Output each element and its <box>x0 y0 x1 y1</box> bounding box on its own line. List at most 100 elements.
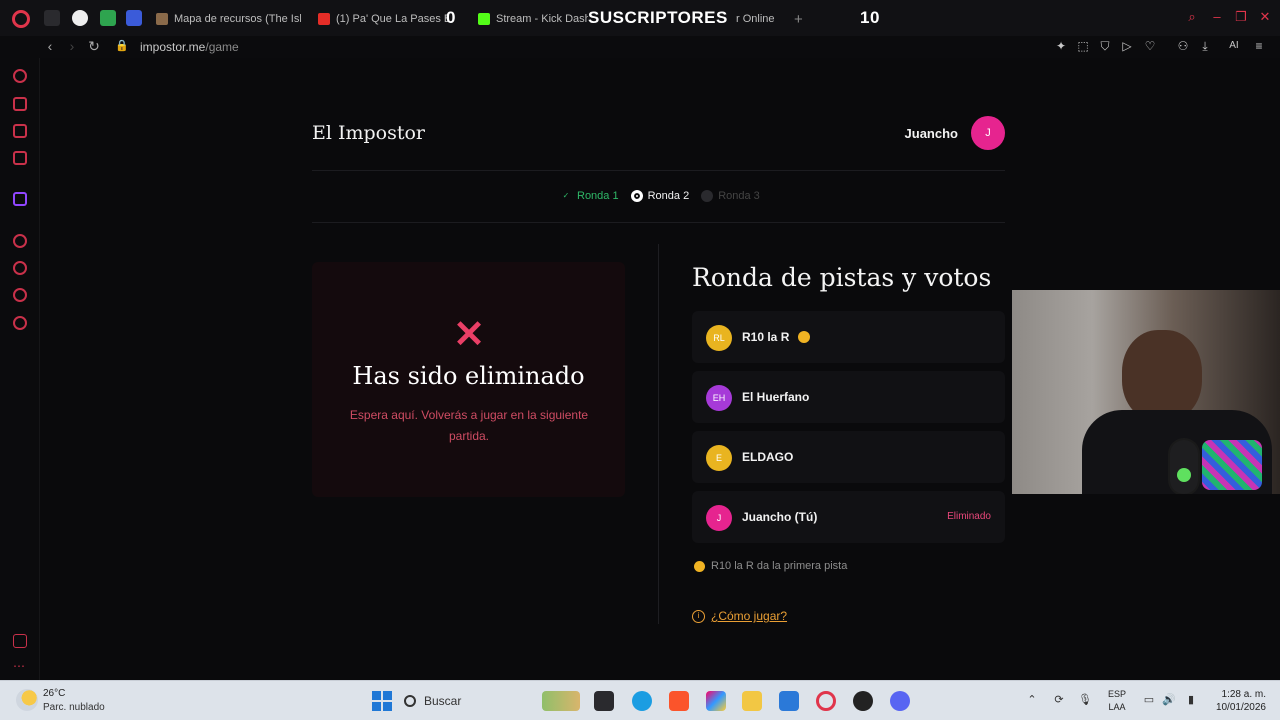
minimize-icon[interactable]: – <box>1210 10 1224 24</box>
account-icon[interactable]: ⚇ <box>1176 39 1190 53</box>
brave-icon[interactable] <box>669 691 689 711</box>
language-top[interactable]: ESP <box>1104 689 1130 699</box>
volume-icon[interactable]: 🔊 <box>1162 693 1176 707</box>
tab-kick-dashboard[interactable]: Stream - Kick Dashb <box>478 8 588 30</box>
history-icon[interactable] <box>13 69 27 83</box>
search-icon <box>404 695 416 707</box>
tab-mapa-recursos[interactable]: Mapa de recursos (The Isl <box>156 8 301 30</box>
extensions-icon[interactable] <box>13 288 27 302</box>
clock-date: 10/01/2026 <box>1215 702 1266 713</box>
lock-icon: 🔒 <box>115 40 129 52</box>
menu-icon[interactable]: ≡ <box>1252 39 1266 53</box>
user-name: Juancho <box>904 126 958 141</box>
current-dot-icon <box>630 190 643 202</box>
microphone-light <box>1177 468 1191 482</box>
back-icon[interactable]: ‹ <box>42 38 58 54</box>
weather-temperature: 26°C <box>43 688 66 699</box>
sheets-tab-icon[interactable] <box>100 10 116 26</box>
webcam-person <box>1122 330 1202 422</box>
gx-icon[interactable] <box>13 634 27 648</box>
workspaces-icon[interactable] <box>44 10 60 26</box>
aria-ai-button[interactable]: AI <box>1222 39 1246 53</box>
pending-dot-icon <box>701 190 714 202</box>
tray-chevron-icon[interactable]: ⌃ <box>1025 693 1039 707</box>
clock-icon[interactable] <box>13 261 27 275</box>
start-button[interactable] <box>372 691 392 711</box>
turn-hint: R10 la R da la primera pista <box>694 560 847 572</box>
player-avatar: EH <box>706 385 732 411</box>
restore-icon[interactable]: ❐ <box>1234 10 1248 24</box>
heart-icon[interactable]: ♡ <box>1143 39 1157 53</box>
language-bottom[interactable]: LAA <box>1104 702 1130 712</box>
forward-icon[interactable]: › <box>64 38 80 54</box>
rgb-keyboard <box>1202 440 1262 490</box>
pin-icon[interactable]: ✦ <box>1054 39 1068 53</box>
discord-icon[interactable] <box>890 691 910 711</box>
info-icon: i <box>692 609 705 623</box>
calendar-tab-icon[interactable] <box>126 10 142 26</box>
network-icon[interactable]: ▭ <box>1142 693 1156 707</box>
eliminated-card: ✕ Has sido eliminado Espera aquí. Volver… <box>312 262 625 497</box>
check-icon: ✓ <box>562 191 570 200</box>
weather-icon[interactable] <box>16 689 38 711</box>
player-name: El Huerfano <box>742 390 810 404</box>
download-icon[interactable]: ⤓ <box>1198 39 1212 53</box>
opera-gx-icon[interactable] <box>816 691 836 711</box>
news-widget-icon[interactable] <box>542 691 580 711</box>
player-icon[interactable] <box>13 234 27 248</box>
opera-logo-icon[interactable] <box>12 10 30 28</box>
settings-gear-icon[interactable] <box>13 316 27 330</box>
play-icon[interactable]: ▷ <box>1120 39 1134 53</box>
cake-icon[interactable] <box>13 97 27 111</box>
player-avatar: E <box>706 445 732 471</box>
terminal-icon[interactable] <box>594 691 614 711</box>
start-tile <box>372 702 381 711</box>
file-explorer-icon[interactable] <box>742 691 762 711</box>
how-to-play-label[interactable]: ¿Cómo jugar? <box>711 609 787 623</box>
webcam-overlay <box>1012 290 1280 494</box>
sun-icon <box>694 560 705 572</box>
pinned-tab-icon[interactable] <box>72 10 88 26</box>
sync-icon[interactable]: ⟳ <box>1052 693 1066 707</box>
shield-icon[interactable]: ⛉ <box>1098 39 1112 53</box>
panel-title: Ronda de pistas y votos <box>692 263 992 292</box>
gallery-icon[interactable] <box>13 124 27 138</box>
battery-icon[interactable]: ▮ <box>1184 693 1198 707</box>
app-title: El Impostor <box>312 122 426 144</box>
start-tile <box>383 702 392 711</box>
obs-icon[interactable] <box>853 691 873 711</box>
search-tabs-icon[interactable]: ⌕ <box>1185 10 1199 24</box>
new-tab-button[interactable]: + <box>794 8 808 30</box>
system-clock[interactable]: 1:28 a. m. 10/01/2026 <box>1216 688 1266 714</box>
start-tile <box>383 691 392 700</box>
how-to-play-link[interactable]: i ¿Cómo jugar? <box>692 609 787 623</box>
tab-label: r Online <box>736 13 775 25</box>
player-name: Juancho (Tú) <box>742 510 818 524</box>
edge-icon[interactable] <box>632 691 652 711</box>
twitch-icon[interactable] <box>13 192 27 206</box>
round-label: Ronda 2 <box>647 190 690 202</box>
tab-favicon-icon <box>156 13 168 25</box>
url-field[interactable]: impostor.me/game <box>140 40 239 54</box>
reload-icon[interactable]: ↻ <box>86 38 102 54</box>
player-avatar: RL <box>706 325 732 351</box>
turn-sun-icon <box>798 331 810 343</box>
outlook-icon[interactable] <box>779 691 799 711</box>
player-row: EH El Huerfano <box>692 371 1005 423</box>
subscriber-overlay-left: 0 <box>446 8 456 27</box>
copilot-icon[interactable] <box>706 691 726 711</box>
player-row: J Juancho (Tú) Eliminado <box>692 491 1005 543</box>
tab-online[interactable]: r Online <box>736 8 786 30</box>
tab-youtube[interactable]: (1) Pa' Que La Pases Bi <box>318 8 448 30</box>
youtube-icon <box>318 13 330 25</box>
start-tile <box>372 691 381 700</box>
player-name: ELDAGO <box>742 450 794 464</box>
close-icon[interactable]: ✕ <box>1258 10 1272 24</box>
more-icon[interactable]: ⋯ <box>13 660 27 676</box>
microphone-tray-icon[interactable]: 🎙 <box>1078 693 1092 707</box>
gmail-icon[interactable] <box>13 151 27 165</box>
snapshot-icon[interactable]: ⬚ <box>1076 39 1090 53</box>
subscriber-overlay-label: SUSCRIPTORES <box>588 8 728 27</box>
user-avatar[interactable]: J <box>971 116 1005 150</box>
url-host: impostor.me <box>140 40 206 54</box>
